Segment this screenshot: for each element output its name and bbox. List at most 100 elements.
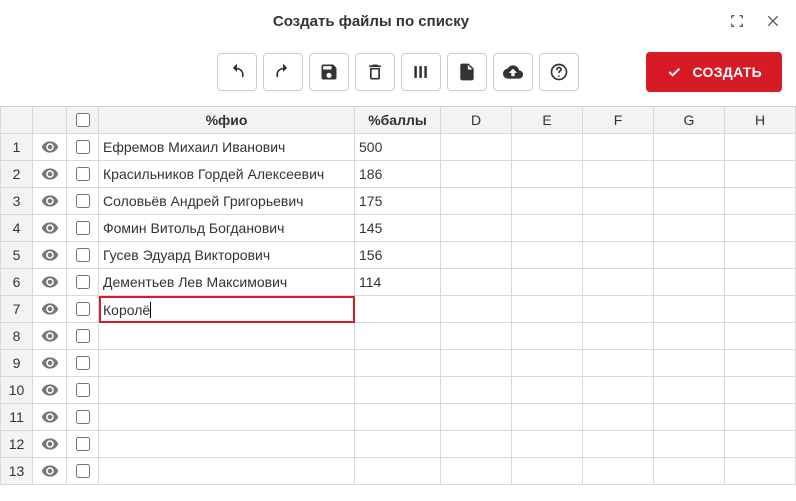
row-checkbox-cell[interactable] — [67, 458, 99, 485]
cell-empty[interactable] — [725, 431, 796, 458]
visibility-toggle[interactable] — [33, 242, 67, 269]
cell-empty[interactable] — [725, 323, 796, 350]
row-checkbox-cell[interactable] — [67, 350, 99, 377]
cell-score[interactable] — [355, 350, 441, 377]
cell-empty[interactable] — [441, 296, 512, 323]
cell-empty[interactable] — [583, 269, 654, 296]
row-number[interactable]: 11 — [0, 404, 33, 431]
undo-button[interactable] — [217, 53, 257, 91]
cell-empty[interactable] — [654, 377, 725, 404]
row-number[interactable]: 8 — [0, 323, 33, 350]
cell-name[interactable] — [99, 323, 355, 350]
row-checkbox[interactable] — [76, 464, 90, 478]
row-number[interactable]: 5 — [0, 242, 33, 269]
cell-empty[interactable] — [583, 377, 654, 404]
cell-empty[interactable] — [512, 377, 583, 404]
cell-empty[interactable] — [512, 161, 583, 188]
cell-empty[interactable] — [583, 188, 654, 215]
cell-empty[interactable] — [512, 215, 583, 242]
cell-empty[interactable] — [654, 404, 725, 431]
cell-score[interactable]: 500 — [355, 134, 441, 161]
cell-score[interactable] — [355, 323, 441, 350]
column-header-f[interactable]: F — [583, 107, 654, 134]
visibility-toggle[interactable] — [33, 323, 67, 350]
cell-empty[interactable] — [725, 215, 796, 242]
cell-empty[interactable] — [583, 404, 654, 431]
spreadsheet[interactable]: %фио %баллы D E F G H 1Ефремов Михаил Ив… — [0, 106, 796, 485]
row-checkbox-cell[interactable] — [67, 242, 99, 269]
cell-empty[interactable] — [654, 296, 725, 323]
cell-empty[interactable] — [583, 134, 654, 161]
row-number[interactable]: 4 — [0, 215, 33, 242]
row-checkbox[interactable] — [76, 194, 90, 208]
row-checkbox[interactable] — [76, 221, 90, 235]
cell-score[interactable]: 114 — [355, 269, 441, 296]
cell-empty[interactable] — [725, 404, 796, 431]
cell-score[interactable]: 175 — [355, 188, 441, 215]
cell-empty[interactable] — [512, 296, 583, 323]
cell-score[interactable] — [355, 377, 441, 404]
visibility-toggle[interactable] — [33, 269, 67, 296]
cell-empty[interactable] — [654, 215, 725, 242]
cell-empty[interactable] — [441, 269, 512, 296]
cell-empty[interactable] — [441, 215, 512, 242]
cell-empty[interactable] — [512, 350, 583, 377]
row-checkbox-cell[interactable] — [67, 161, 99, 188]
cell-empty[interactable] — [441, 404, 512, 431]
row-checkbox[interactable] — [76, 329, 90, 343]
column-header-d[interactable]: D — [441, 107, 512, 134]
cell-score[interactable] — [355, 458, 441, 485]
delete-button[interactable] — [355, 53, 395, 91]
row-checkbox-cell[interactable] — [67, 188, 99, 215]
cell-empty[interactable] — [441, 323, 512, 350]
row-checkbox[interactable] — [76, 275, 90, 289]
row-checkbox[interactable] — [76, 410, 90, 424]
cell-empty[interactable] — [654, 350, 725, 377]
cell-name[interactable] — [99, 458, 355, 485]
visibility-toggle[interactable] — [33, 215, 67, 242]
cell-empty[interactable] — [654, 188, 725, 215]
cell-empty[interactable] — [583, 242, 654, 269]
cell-empty[interactable] — [725, 161, 796, 188]
cell-name[interactable]: Фомин Витольд Богданович — [99, 215, 355, 242]
cell-empty[interactable] — [654, 134, 725, 161]
cell-empty[interactable] — [725, 134, 796, 161]
visibility-toggle[interactable] — [33, 134, 67, 161]
cell-name[interactable] — [99, 377, 355, 404]
cell-empty[interactable] — [654, 323, 725, 350]
row-number[interactable]: 12 — [0, 431, 33, 458]
row-checkbox-cell[interactable] — [67, 269, 99, 296]
cell-empty[interactable] — [725, 377, 796, 404]
cell-empty[interactable] — [583, 431, 654, 458]
row-checkbox[interactable] — [76, 383, 90, 397]
row-checkbox-cell[interactable] — [67, 323, 99, 350]
cell-empty[interactable] — [583, 161, 654, 188]
row-number[interactable]: 10 — [0, 377, 33, 404]
row-checkbox-cell[interactable] — [67, 296, 99, 323]
cell-name[interactable] — [99, 350, 355, 377]
row-checkbox[interactable] — [76, 437, 90, 451]
cell-empty[interactable] — [512, 323, 583, 350]
cell-name[interactable] — [99, 404, 355, 431]
visibility-toggle[interactable] — [33, 404, 67, 431]
column-header-e[interactable]: E — [512, 107, 583, 134]
cell-score[interactable]: 156 — [355, 242, 441, 269]
cell-empty[interactable] — [725, 296, 796, 323]
row-checkbox[interactable] — [76, 302, 90, 316]
help-button[interactable] — [539, 53, 579, 91]
cell-name[interactable]: Дементьев Лев Максимович — [99, 269, 355, 296]
cell-name[interactable]: Красильников Гордей Алексеевич — [99, 161, 355, 188]
cell-empty[interactable] — [583, 458, 654, 485]
cell-empty[interactable] — [441, 242, 512, 269]
cell-empty[interactable] — [654, 458, 725, 485]
row-checkbox-cell[interactable] — [67, 377, 99, 404]
row-checkbox-cell[interactable] — [67, 215, 99, 242]
cell-empty[interactable] — [441, 377, 512, 404]
row-checkbox[interactable] — [76, 356, 90, 370]
cell-empty[interactable] — [583, 350, 654, 377]
cell-empty[interactable] — [583, 215, 654, 242]
cell-name[interactable] — [99, 431, 355, 458]
row-checkbox[interactable] — [76, 248, 90, 262]
cell-empty[interactable] — [654, 431, 725, 458]
row-number[interactable]: 1 — [0, 134, 33, 161]
